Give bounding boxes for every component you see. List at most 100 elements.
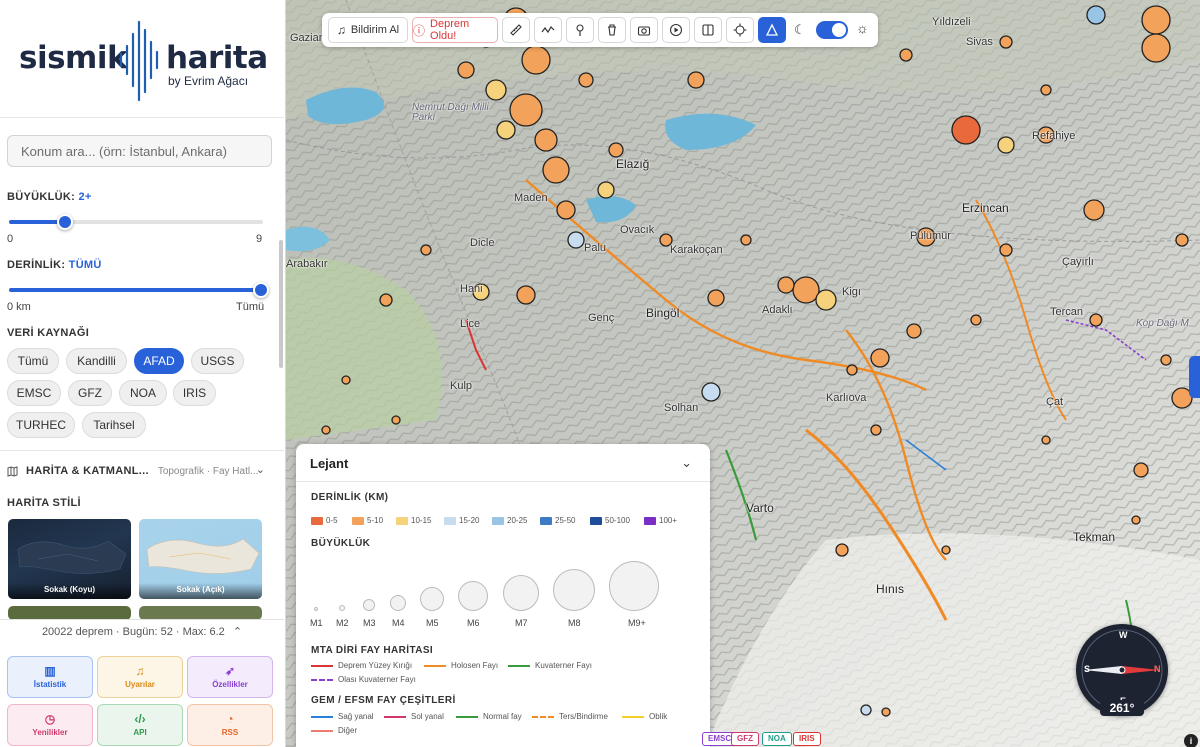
seismograph-icon	[119, 20, 159, 102]
source-chip-noa[interactable]: NOA	[119, 380, 167, 406]
depth-color-swatch	[444, 516, 456, 525]
legend-fault-item: Oblik	[622, 712, 667, 721]
locate-button[interactable]	[726, 17, 754, 43]
alerts-button[interactable]: ♫ Uyarılar	[97, 656, 183, 698]
side-panel-handle[interactable]	[1189, 356, 1200, 398]
map-style-dark-street[interactable]: Sokak (Koyu)	[8, 519, 131, 599]
legend-magnitude-label: M5	[426, 618, 439, 628]
clock-icon: ◷	[44, 712, 56, 726]
magnitude-value: 2+	[78, 191, 92, 203]
api-button[interactable]: ‹/› API	[97, 704, 183, 746]
logo-byline: by Evrim Ağacı	[168, 74, 249, 88]
depth-slider[interactable]	[9, 282, 269, 298]
split-view-button[interactable]	[694, 17, 722, 43]
legend-depth-item: 50-100	[590, 516, 630, 525]
place-label: Nemrut Dağı Milli Parkı	[412, 102, 489, 123]
screenshot-button[interactable]	[630, 17, 658, 43]
depth-value: TÜMÜ	[68, 259, 102, 271]
layers-subtitle: Topografik · Fay Hatl...	[157, 465, 259, 477]
rss-button[interactable]: ◔ RSS	[187, 704, 273, 746]
pin-button[interactable]	[566, 17, 594, 43]
source-badge-noa[interactable]: NOA	[762, 732, 792, 746]
map-style-light-street[interactable]: Sokak (Açık)	[139, 519, 262, 599]
source-chip-emsc[interactable]: EMSC	[7, 380, 61, 406]
depth-slider-handle[interactable]	[253, 282, 269, 298]
compass-heading: 261°	[1100, 700, 1144, 716]
fault-label: Sol yanal	[411, 712, 444, 721]
ruler-icon	[510, 24, 522, 36]
fault-label: Kuvaterner Fayı	[535, 661, 592, 670]
sidebar: sismik harita by Evrim Ağacı BÜYÜKLÜK: 2…	[0, 0, 286, 747]
legend-magnitude-circle	[420, 587, 444, 611]
earthquake-report-button[interactable]: ⓘ Deprem Oldu!	[412, 17, 498, 43]
place-label: Karlıova	[826, 392, 867, 404]
magnitude-slider[interactable]	[9, 214, 263, 230]
whats-new-button[interactable]: ◷ Yenilikler	[7, 704, 93, 746]
chart-icon: ▥	[44, 664, 56, 678]
legend-fault-item: Ters/Bindirme	[532, 712, 608, 721]
legend-fault-item: Sol yanal	[384, 712, 444, 721]
api-label: API	[133, 728, 147, 737]
source-chip-afad[interactable]: AFAD	[134, 348, 184, 374]
map-icon	[7, 465, 18, 477]
fault-lines-button[interactable]	[534, 17, 562, 43]
fault-label: Diğer	[338, 726, 358, 735]
layers-section-toggle[interactable]: HARİTA & KATMANL... Topografik · Fay Hat…	[7, 463, 269, 479]
magnitude-slider-handle[interactable]	[57, 214, 74, 230]
place-label: Çayırlı	[1062, 256, 1094, 268]
mountain-icon	[765, 23, 779, 36]
legend-magnitude-circle	[339, 605, 345, 611]
legend-magnitude-circle	[609, 561, 659, 611]
statistics-label: İstatistik	[33, 680, 67, 689]
attribution-info-button[interactable]: i	[1184, 734, 1198, 747]
fault-label: Ters/Bindirme	[559, 712, 608, 721]
source-chip-tumu[interactable]: Tümü	[7, 348, 59, 374]
notify-button[interactable]: ♫ Bildirim Al	[328, 17, 408, 43]
source-chip-tarihsel[interactable]: Tarihsel	[82, 412, 146, 438]
play-button[interactable]	[662, 17, 690, 43]
source-badge-gfz[interactable]: GFZ	[731, 732, 759, 746]
ruler-button[interactable]	[502, 17, 530, 43]
statistics-button[interactable]: ▥ İstatistik	[7, 656, 93, 698]
sidebar-scrollbar[interactable]	[279, 240, 283, 368]
notify-label: Bildirim Al	[350, 24, 400, 36]
theme-toggle[interactable]	[816, 21, 848, 39]
stats-bar[interactable]: 20022 deprem · Bugün: 52 · Max: 6.2 ⌃	[0, 619, 284, 643]
map-style-dark-caption: Sokak (Koyu)	[8, 583, 131, 599]
legend-header[interactable]: Lejant ⌄	[296, 444, 710, 482]
depth-range-label: 25-50	[555, 516, 576, 525]
bell-icon: ♫	[336, 23, 346, 37]
location-search-input[interactable]	[7, 135, 272, 167]
map-style-terrain[interactable]	[139, 606, 262, 620]
legend-magnitude-label: M3	[363, 618, 376, 628]
logo[interactable]: sismik harita by Evrim Ağacı	[0, 0, 284, 118]
legend-magnitude-circle	[458, 581, 488, 611]
source-label: VERİ KAYNAĞI	[7, 327, 90, 339]
features-button[interactable]: ➶ Özellikler	[187, 656, 273, 698]
rss-icon: ◔	[226, 712, 234, 726]
legend-mta-title: MTA DİRİ FAY HARİTASI	[311, 645, 434, 656]
source-chip-iris[interactable]: IRIS	[173, 380, 216, 406]
depth-color-swatch	[590, 516, 602, 525]
source-badge-iris[interactable]: IRIS	[793, 732, 821, 746]
chevron-down-icon[interactable]: ⌄	[681, 455, 692, 471]
place-label: Yıldızeli	[932, 16, 971, 28]
fault-label: Oblik	[649, 712, 668, 721]
depth-color-swatch	[396, 516, 408, 525]
source-chip-kandilli[interactable]: Kandilli	[66, 348, 127, 374]
earthquake-report-label: Deprem Oldu!	[430, 18, 470, 42]
fault-label: Holosen Fayı	[451, 661, 499, 670]
legend-fault-item: Olası Kuvaterner Fayı	[311, 675, 416, 684]
compass-north: N	[1154, 664, 1161, 674]
sun-icon: ☼	[856, 20, 869, 36]
terrain-3d-button[interactable]	[758, 17, 786, 43]
source-chip-gfz[interactable]: GFZ	[68, 380, 112, 406]
place-label: Bingöl	[646, 306, 680, 320]
map-style-satellite[interactable]	[8, 606, 131, 620]
source-chip-turhec[interactable]: TURHEC	[7, 412, 75, 438]
camera-icon	[637, 26, 651, 36]
place-label: Kigı	[842, 286, 861, 298]
source-chip-usgs[interactable]: USGS	[191, 348, 244, 374]
magnitude-label: BÜYÜKLÜK: 2+	[7, 191, 92, 203]
delete-button[interactable]	[598, 17, 626, 43]
